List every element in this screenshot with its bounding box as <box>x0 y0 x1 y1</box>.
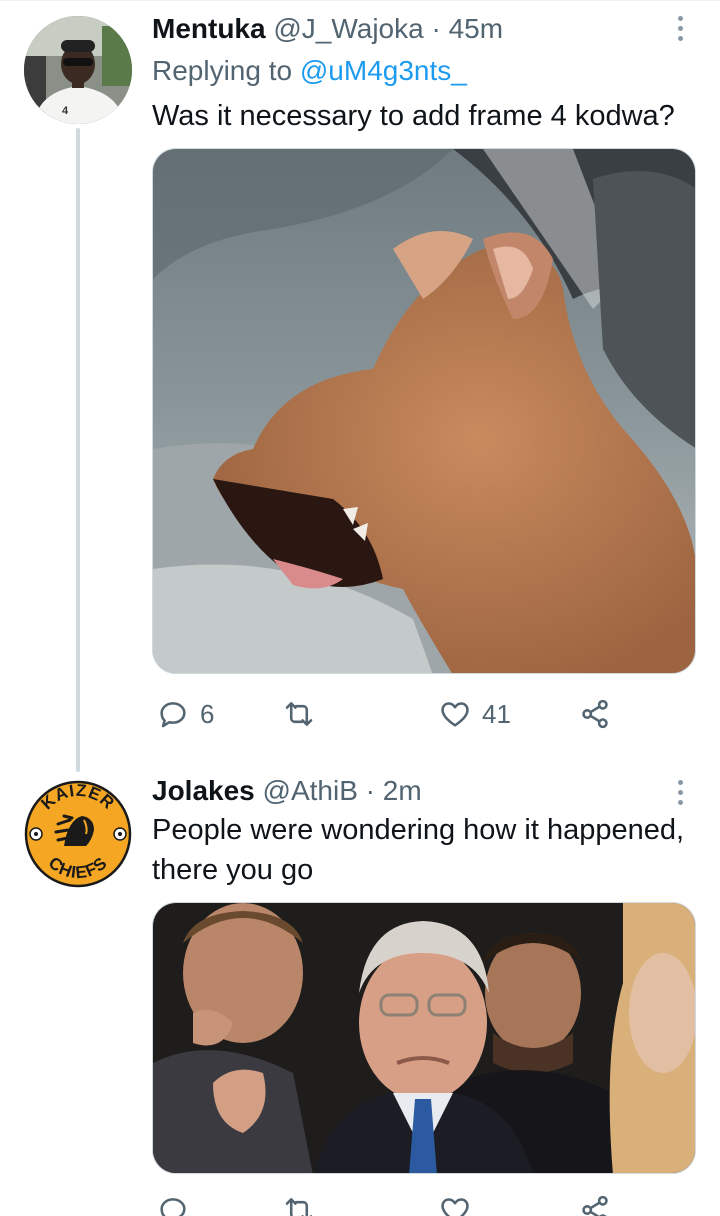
tweet[interactable]: KAIZER CHIEFS Jolakes @AthiB · 2m People… <box>0 760 720 1216</box>
kaizer-chiefs-logo-icon: KAIZER CHIEFS <box>24 781 132 888</box>
tweet-text: Was it necessary to add frame 4 kodwa? <box>152 100 675 132</box>
reply-icon <box>160 1198 186 1216</box>
heart-icon <box>441 702 469 727</box>
reply-button[interactable]: 6 <box>156 694 214 734</box>
user-handle[interactable]: @AthiB <box>263 775 358 806</box>
share-button[interactable] <box>578 694 612 734</box>
reply-icon <box>160 702 186 728</box>
retweet-button[interactable] <box>282 694 326 734</box>
mention-link[interactable]: @uM4g3nts_ <box>300 55 467 86</box>
more-options-icon[interactable] <box>668 774 692 810</box>
avatar[interactable]: 4 <box>24 16 132 124</box>
tweet-media-photo[interactable] <box>152 148 696 674</box>
like-button[interactable] <box>438 1190 482 1216</box>
tweet[interactable]: 4 Mentuka @J_Wajoka · 45m Replying to @u… <box>0 0 720 772</box>
display-name[interactable]: Jolakes <box>152 775 255 806</box>
retweet-button[interactable] <box>282 1190 326 1216</box>
share-button[interactable] <box>578 1190 612 1216</box>
share-icon <box>582 699 608 729</box>
heart-icon <box>441 1198 469 1216</box>
more-options-icon[interactable] <box>668 10 692 46</box>
retweet-icon <box>285 702 313 726</box>
yawning-dog-image <box>153 149 695 673</box>
tweet-header: Jolakes @AthiB · 2m <box>152 774 422 808</box>
tweet-header: Mentuka @J_Wajoka · 45m <box>152 12 503 46</box>
tweet-actions: 6 41 <box>152 694 692 734</box>
display-name[interactable]: Mentuka <box>152 13 266 44</box>
replying-to: Replying to @uM4g3nts_ <box>152 54 467 88</box>
reply-button[interactable] <box>156 1190 200 1216</box>
thread-line <box>76 128 80 772</box>
replying-to-label: Replying to <box>152 55 300 86</box>
svg-text:4: 4 <box>62 105 69 117</box>
timestamp[interactable]: 45m <box>449 13 503 44</box>
user-handle[interactable]: @J_Wajoka <box>273 13 423 44</box>
like-count: 41 <box>482 698 511 729</box>
profile-photo-icon: 4 <box>24 16 132 124</box>
reply-count: 6 <box>200 698 215 729</box>
tweet-text: People were wondering how it happened, t… <box>152 814 685 886</box>
tweet-actions <box>152 1190 692 1216</box>
crowd-photo-image <box>153 903 695 1173</box>
like-button[interactable]: 41 <box>438 694 511 734</box>
retweet-icon <box>285 1198 313 1216</box>
separator-dot: · <box>365 775 375 806</box>
tweet-media-photo[interactable] <box>152 902 696 1174</box>
share-icon <box>582 1195 608 1216</box>
separator-dot: · <box>431 13 441 44</box>
timestamp[interactable]: 2m <box>383 775 422 806</box>
avatar[interactable]: KAIZER CHIEFS <box>24 780 132 888</box>
